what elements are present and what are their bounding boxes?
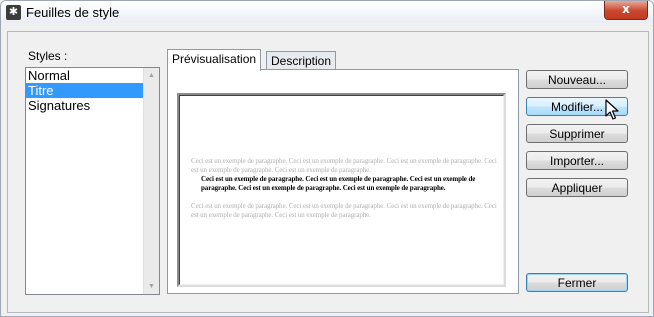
tab-description[interactable]: Description bbox=[266, 51, 337, 71]
list-item-titre[interactable]: Titre bbox=[26, 83, 144, 98]
mouse-pointer-icon bbox=[605, 99, 619, 120]
window-title: Feuilles de style bbox=[26, 5, 120, 20]
tab-previsualisation[interactable]: Prévisualisation bbox=[167, 49, 262, 71]
close-button[interactable]: Fermer bbox=[526, 273, 628, 292]
new-button[interactable]: Nouveau... bbox=[526, 70, 628, 89]
dialog-body: Styles : Normal Titre Signatures ▲ ▼ Pré… bbox=[7, 31, 649, 313]
list-scrollbar[interactable]: ▲ ▼ bbox=[143, 68, 159, 294]
styles-label: Styles : bbox=[28, 49, 68, 63]
apply-button[interactable]: Appliquer bbox=[526, 178, 628, 197]
preview-after-paragraph: Ceci est un exemple de paragraphe. Ceci … bbox=[191, 202, 497, 219]
stylesheet-app-icon: ✱ bbox=[6, 5, 21, 20]
title-bar[interactable]: ✱ Feuilles de style x bbox=[1, 1, 653, 23]
stylesheet-dialog: ✱ Feuilles de style x Styles : Normal Ti… bbox=[0, 0, 654, 317]
list-item-normal[interactable]: Normal bbox=[26, 68, 144, 83]
styles-listbox[interactable]: Normal Titre Signatures ▲ ▼ bbox=[25, 67, 160, 295]
preview-frame: Ceci est un exemple de paragraphe. Ceci … bbox=[177, 93, 506, 287]
preview-before-paragraph: Ceci est un exemple de paragraphe. Ceci … bbox=[191, 157, 497, 174]
list-item-signatures[interactable]: Signatures bbox=[26, 98, 144, 113]
preview-sample-paragraph: Ceci est un exemple de paragraphe. Ceci … bbox=[201, 175, 476, 192]
delete-button[interactable]: Supprimer bbox=[526, 124, 628, 143]
close-icon[interactable]: x bbox=[604, 1, 648, 20]
scroll-down-arrow-icon[interactable]: ▼ bbox=[144, 279, 159, 294]
import-button[interactable]: Importer... bbox=[526, 151, 628, 170]
preview-panel: Ceci est un exemple de paragraphe. Ceci … bbox=[167, 69, 519, 294]
scroll-up-arrow-icon[interactable]: ▲ bbox=[144, 68, 159, 83]
